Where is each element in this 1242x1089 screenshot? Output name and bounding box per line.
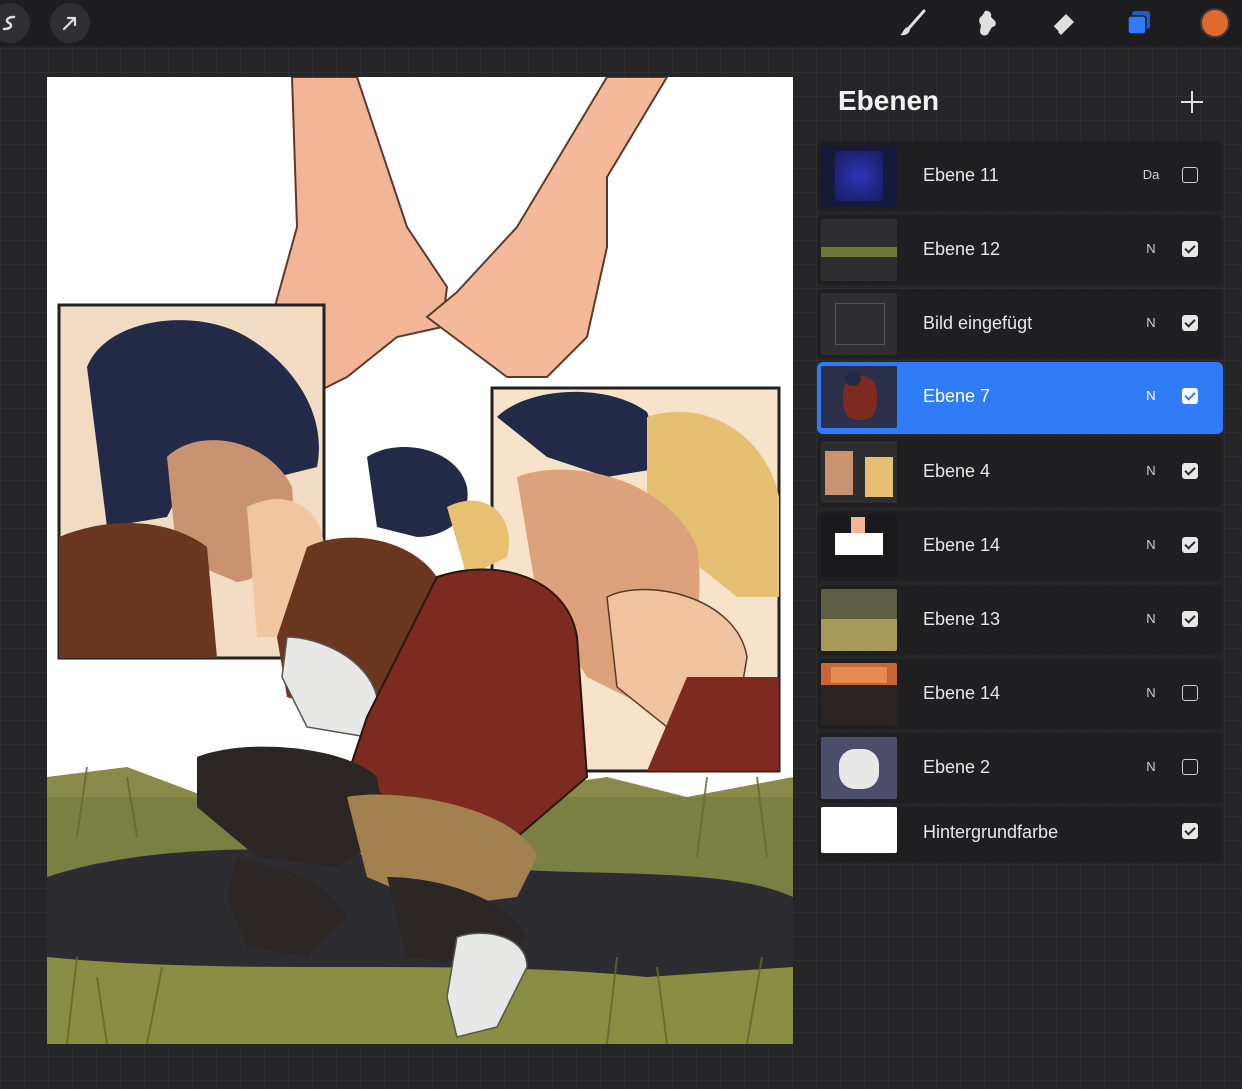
plus-icon	[1181, 91, 1203, 113]
layer-name: Ebene 13	[923, 609, 1001, 629]
layer-row-bild-eingefuegt[interactable]: Bild eingefügt N	[817, 289, 1223, 359]
blend-mode-button[interactable]: N	[1139, 537, 1163, 552]
layer-name: Ebene 7	[923, 386, 991, 406]
blend-mode-button[interactable]: N	[1139, 685, 1163, 700]
layer-row-hintergrundfarbe[interactable]: Hintergrundfarbe	[817, 807, 1223, 863]
layers-panel: Ebenen Ebene 11 Da Ebene 12 N Bild einge…	[817, 73, 1223, 863]
layer-row-ebene-7[interactable]: Ebene 7 N	[817, 362, 1223, 434]
panel-title: Ebenen	[838, 85, 940, 116]
blend-mode-button[interactable]: Da	[1139, 167, 1163, 182]
layer-row-ebene-14-b[interactable]: Ebene 14 N	[817, 659, 1223, 729]
layer-visibility-checkbox[interactable]	[1182, 537, 1198, 553]
layer-row-ebene-4[interactable]: Ebene 4 N	[817, 437, 1223, 507]
blend-mode-button[interactable]: N	[1139, 759, 1163, 774]
layer-row-ebene-14-a[interactable]: Ebene 14 N	[817, 511, 1223, 581]
artwork-canvas[interactable]	[47, 77, 793, 1044]
layer-thumbnail	[821, 219, 897, 281]
layer-thumbnail	[821, 515, 897, 577]
layer-row-ebene-12[interactable]: Ebene 12 N	[817, 215, 1223, 285]
transform-arrow-icon[interactable]	[50, 3, 90, 43]
layer-name: Ebene 12	[923, 239, 1001, 259]
brush-icon[interactable]	[893, 3, 933, 43]
blend-mode-button[interactable]: N	[1139, 463, 1163, 478]
layer-thumbnail	[821, 589, 897, 651]
layer-thumbnail	[821, 737, 897, 799]
layer-visibility-checkbox[interactable]	[1182, 759, 1198, 775]
layer-thumbnail	[821, 441, 897, 503]
layer-row-ebene-11[interactable]: Ebene 11 Da	[817, 141, 1223, 211]
layer-visibility-checkbox[interactable]	[1182, 463, 1198, 479]
layer-visibility-checkbox[interactable]	[1182, 823, 1198, 839]
layer-row-ebene-13[interactable]: Ebene 13 N	[817, 585, 1223, 655]
add-layer-button[interactable]	[1177, 87, 1207, 117]
layer-row-ebene-2[interactable]: Ebene 2 N	[817, 733, 1223, 803]
layer-thumbnail	[821, 293, 897, 355]
color-picker-swatch[interactable]	[1200, 8, 1230, 38]
layer-visibility-checkbox[interactable]	[1182, 241, 1198, 257]
layer-visibility-checkbox[interactable]	[1182, 167, 1198, 183]
layer-name: Ebene 2	[923, 757, 991, 777]
layer-thumbnail	[821, 145, 897, 207]
layer-visibility-checkbox[interactable]	[1182, 611, 1198, 627]
blend-mode-button[interactable]: N	[1139, 388, 1163, 403]
layer-name: Bild eingefügt	[923, 313, 1033, 333]
layer-name: Ebene 11	[923, 165, 999, 185]
smudge-icon[interactable]	[967, 3, 1007, 43]
layer-name: Ebene 4	[923, 461, 991, 481]
top-toolbar	[0, 0, 1242, 46]
actions-icon[interactable]	[0, 3, 30, 43]
layer-visibility-checkbox[interactable]	[1182, 388, 1198, 404]
blend-mode-button[interactable]: N	[1139, 241, 1163, 256]
layer-name: Ebene 14	[923, 683, 1001, 703]
eraser-icon[interactable]	[1043, 3, 1083, 43]
layer-thumbnail	[821, 663, 897, 725]
layer-name: Hintergrundfarbe	[923, 822, 1059, 842]
layer-thumbnail	[821, 366, 897, 428]
artwork-image	[47, 77, 793, 1044]
layer-visibility-checkbox[interactable]	[1182, 315, 1198, 331]
layer-name: Ebene 14	[923, 535, 1001, 555]
layer-visibility-checkbox[interactable]	[1182, 685, 1198, 701]
layer-thumbnail	[821, 807, 897, 853]
layers-icon[interactable]	[1119, 3, 1159, 43]
blend-mode-button[interactable]: N	[1139, 611, 1163, 626]
blend-mode-button[interactable]: N	[1139, 315, 1163, 330]
